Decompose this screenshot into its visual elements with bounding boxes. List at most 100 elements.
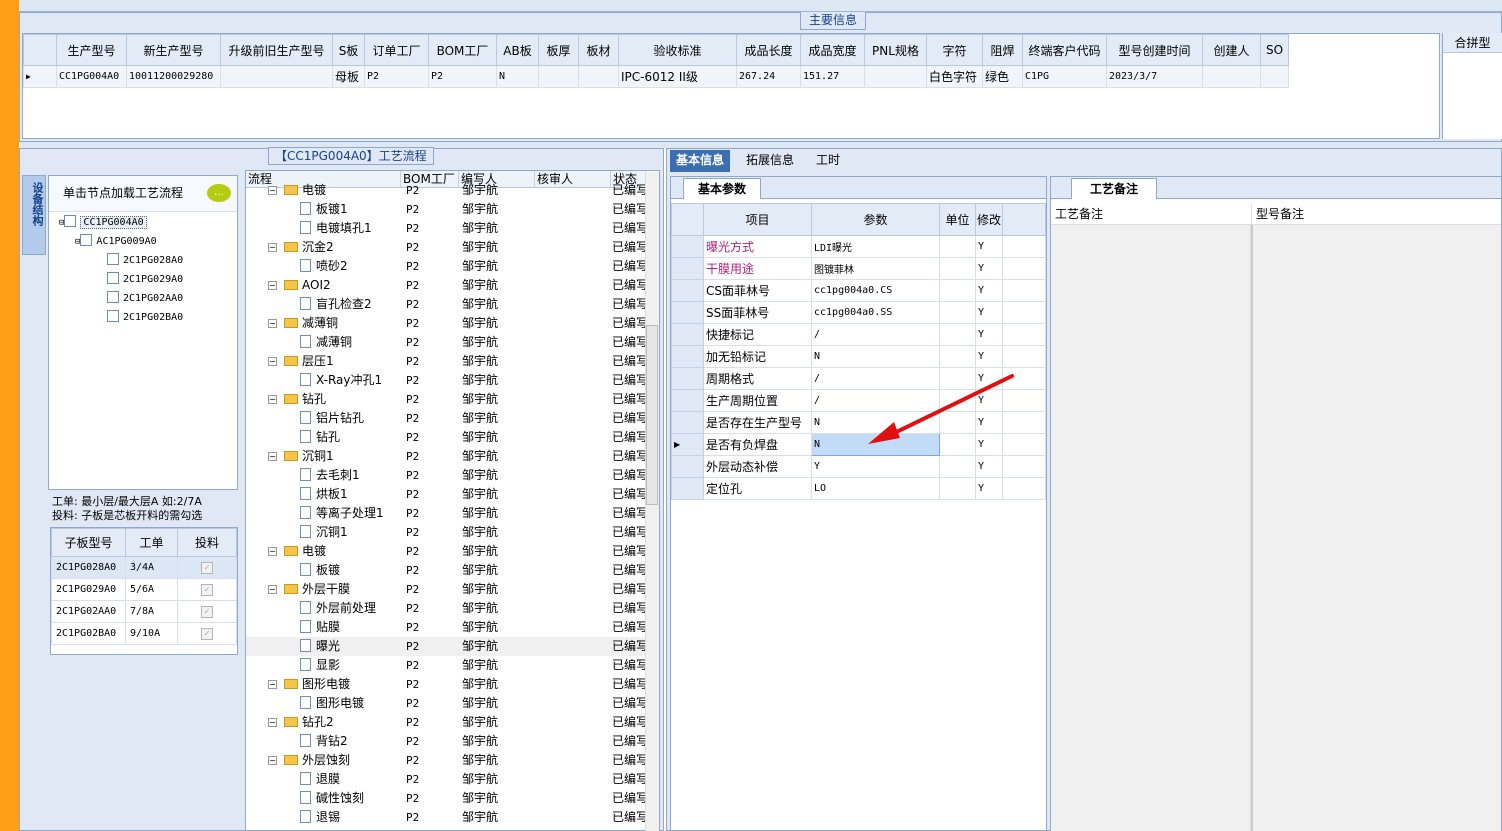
tree-node-root[interactable]: ⊟ CC1PG004A0 (59, 214, 147, 232)
cell[interactable] (1202, 65, 1261, 88)
cell[interactable]: 267.24 (736, 65, 801, 88)
flow-row[interactable]: 喷砂2 P2 邹宇航 已编写 (246, 257, 646, 276)
param-modify[interactable]: Y (975, 433, 1003, 456)
tab-work-hours[interactable]: 工时 (810, 150, 846, 172)
feed-checkbox[interactable]: ✓ (201, 561, 213, 574)
cell[interactable]: 7/8A (125, 600, 178, 623)
collapse-icon[interactable]: − (268, 585, 277, 594)
cell[interactable] (578, 65, 619, 88)
param-modify[interactable]: Y (975, 323, 1003, 346)
param-row[interactable]: CS面菲林号 cc1pg004a0.CS Y (671, 279, 1046, 302)
param-unit[interactable] (939, 389, 976, 412)
tree-node[interactable]: ⊟ AC1PG009A0 (75, 233, 157, 251)
collapse-icon[interactable]: − (268, 547, 277, 556)
tab-extended-info[interactable]: 拓展信息 (740, 150, 800, 172)
param-value[interactable]: / (811, 389, 940, 412)
cell[interactable]: 2C1PG028A0 (51, 556, 126, 579)
param-unit[interactable] (939, 455, 976, 478)
param-unit[interactable] (939, 279, 976, 302)
flow-row[interactable]: 钻孔 P2 邹宇航 已编写 (246, 428, 646, 447)
param-value[interactable]: / (811, 367, 940, 390)
collapse-icon[interactable]: − (268, 718, 277, 727)
process-flow-grid[interactable]: 流程 BOM工厂 编写人 核审人 状态 − 电镀 P2 邹宇航 已编写 板镀1 P2 邹宇航已… (245, 170, 660, 831)
flow-row[interactable]: 电镀填孔1 P2 邹宇航 已编写 (246, 219, 646, 238)
param-row[interactable]: 周期格式 / Y (671, 367, 1046, 390)
flow-row[interactable]: 减薄铜 P2 邹宇航 已编写 (246, 333, 646, 352)
tab-basic-params[interactable]: 基本参数 (683, 178, 762, 199)
param-row[interactable]: ▶ 是否有负焊盘 N Y (671, 433, 1046, 456)
flow-row[interactable]: − AOI2 P2 邹宇航 已编写 (246, 276, 646, 295)
param-value[interactable]: LDI曝光 (811, 235, 940, 258)
param-unit[interactable] (939, 301, 976, 324)
param-unit[interactable] (939, 433, 976, 456)
param-value[interactable]: N (811, 433, 940, 456)
flow-row[interactable]: 烘板1 P2 邹宇航 已编写 (246, 485, 646, 504)
col-header[interactable]: 验收标准 (618, 34, 737, 66)
cell[interactable]: 10011200029280 (126, 65, 221, 88)
flow-row[interactable]: X-Ray冲孔1 P2 邹宇航 已编写 (246, 371, 646, 390)
flow-row[interactable]: 碱性蚀刻 P2 邹宇航 已编写 (246, 789, 646, 808)
col-header[interactable]: 修改 (975, 203, 1003, 236)
flow-row[interactable]: 板镀1 P2 邹宇航 已编写 (246, 200, 646, 219)
col-header[interactable]: 成品长度 (736, 34, 801, 66)
col-header[interactable]: 工单 (125, 528, 178, 557)
param-value[interactable]: / (811, 323, 940, 346)
flow-row[interactable]: − 沉金2 P2 邹宇航 已编写 (246, 238, 646, 257)
param-unit[interactable] (939, 257, 976, 280)
col-header[interactable]: 项目 (703, 203, 812, 236)
collapse-icon[interactable]: − (268, 357, 277, 366)
param-row[interactable]: 外层动态补偿 Y Y (671, 455, 1046, 478)
cell[interactable]: N (496, 65, 539, 88)
collapse-icon[interactable]: − (268, 395, 277, 404)
param-row[interactable]: 生产周期位置 / Y (671, 389, 1046, 412)
flow-row[interactable]: 铝片钻孔 P2 邹宇航 已编写 (246, 409, 646, 428)
col-header[interactable]: 单位 (939, 203, 976, 236)
param-value[interactable]: N (811, 345, 940, 368)
flow-row[interactable]: 背钻2 P2 邹宇航 已编写 (246, 732, 646, 751)
cell[interactable]: 3/4A (125, 556, 178, 579)
cell[interactable]: 白色字符 (926, 65, 983, 88)
col-header[interactable]: SO (1260, 34, 1289, 66)
param-modify[interactable]: Y (975, 411, 1003, 434)
flow-row[interactable]: − 电镀 P2 邹宇航 已编写 (246, 181, 646, 200)
param-unit[interactable] (939, 477, 976, 500)
cell[interactable]: 9/10A (125, 622, 178, 645)
param-modify[interactable]: Y (975, 477, 1003, 500)
feed-checkbox[interactable]: ✓ (201, 583, 213, 596)
param-row[interactable]: 曝光方式 LDI曝光 Y (671, 235, 1046, 258)
param-modify[interactable]: Y (975, 301, 1003, 324)
sub-board-grid[interactable]: 子板型号 工单 投料 2C1PG028A0 3/4A ✓ 2C1PG029A0 5/6… (50, 527, 238, 655)
cell[interactable]: 151.27 (800, 65, 865, 88)
col-header[interactable]: 板厚 (538, 34, 579, 66)
param-unit[interactable] (939, 411, 976, 434)
flow-scroll-thumb[interactable] (646, 325, 658, 505)
tree-node[interactable]: 2C1PG028A0 (107, 252, 183, 270)
param-value[interactable]: 图镀菲林 (811, 257, 940, 280)
cell[interactable]: IPC-6012 II级 (618, 65, 737, 88)
col-header[interactable]: 阻焊 (982, 34, 1023, 66)
flow-row[interactable]: 图形电镀 P2 邹宇航 已编写 (246, 694, 646, 713)
param-row[interactable]: 干膜用途 图镀菲林 Y (671, 257, 1046, 280)
col-header[interactable]: 型号创建时间 (1106, 34, 1203, 66)
param-row[interactable]: SS面菲林号 cc1pg004a0.SS Y (671, 301, 1046, 324)
param-modify[interactable]: Y (975, 367, 1003, 390)
param-value[interactable]: LO (811, 477, 940, 500)
col-header[interactable]: 子板型号 (51, 528, 126, 557)
col-header[interactable]: 参数 (811, 203, 940, 236)
param-unit[interactable] (939, 345, 976, 368)
col-header[interactable]: 新生产型号 (126, 34, 221, 66)
process-note-textarea[interactable] (1051, 225, 1251, 831)
flow-row[interactable]: − 钻孔 P2 邹宇航 已编写 (246, 390, 646, 409)
param-row[interactable]: 定位孔 LO Y (671, 477, 1046, 500)
col-header[interactable]: 订单工厂 (364, 34, 429, 66)
col-header[interactable]: 创建人 (1202, 34, 1261, 66)
tree-node[interactable]: 2C1PG029A0 (107, 271, 183, 289)
cell[interactable]: P2 (428, 65, 497, 88)
main-info-grid[interactable]: 生产型号 新生产型号 升级前旧生产型号 S板 订单工厂 BOM工厂 AB板 板厚 板材 验收标准成… (22, 33, 1440, 139)
flow-row[interactable]: − 图形电镀 P2 邹宇航 已编写 (246, 675, 646, 694)
cell[interactable]: CC1PG004A0 (56, 65, 127, 88)
collapse-icon[interactable]: − (268, 452, 277, 461)
param-modify[interactable]: Y (975, 257, 1003, 280)
param-value[interactable]: cc1pg004a0.SS (811, 301, 940, 324)
param-unit[interactable] (939, 235, 976, 258)
